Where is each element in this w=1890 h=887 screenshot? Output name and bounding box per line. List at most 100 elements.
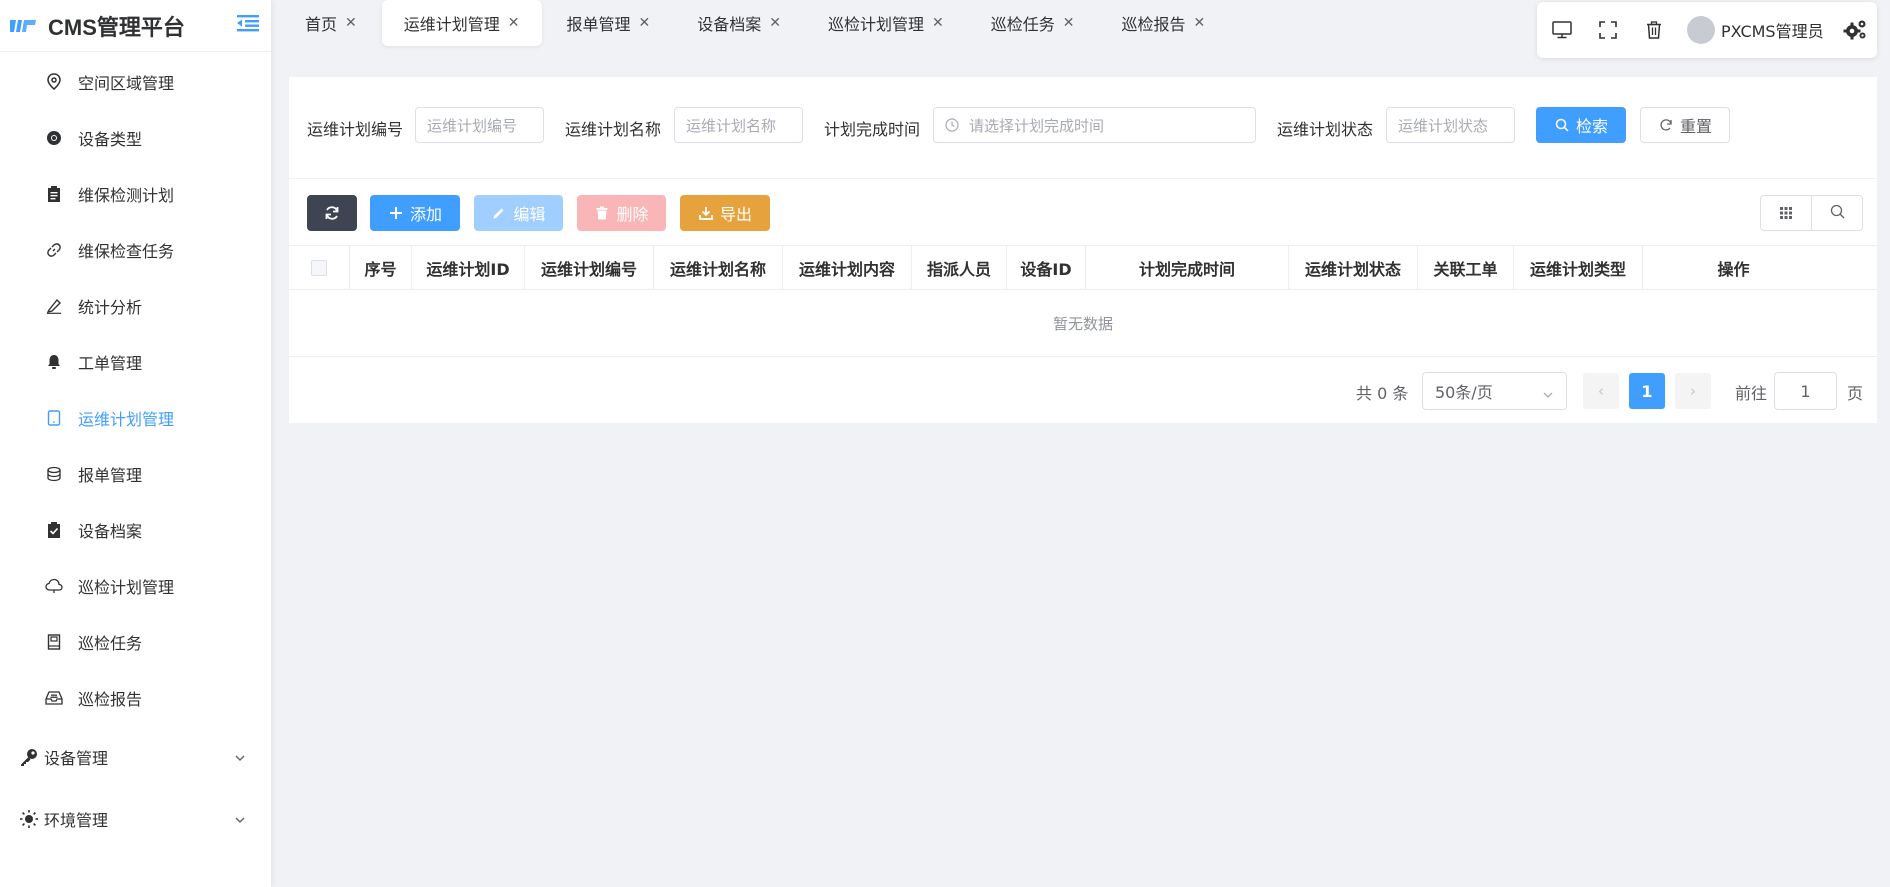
close-icon[interactable]: ✕ xyxy=(1194,15,1206,31)
sidebar-item-inspection-plan[interactable]: 巡检计划管理 xyxy=(0,558,271,614)
sidebar-item-statistics[interactable]: 统计分析 xyxy=(0,278,271,334)
edit-button[interactable]: 编辑 xyxy=(474,195,563,231)
tab-report-order[interactable]: 报单管理 ✕ xyxy=(545,0,673,46)
table-tool-group xyxy=(1760,195,1863,231)
trash-icon xyxy=(594,205,610,221)
close-icon[interactable]: ✕ xyxy=(1063,15,1075,31)
user-name[interactable]: PXCMS管理员 xyxy=(1721,18,1824,42)
edit-pen-icon xyxy=(44,296,64,316)
sidebar-item-label: 维保检查任务 xyxy=(78,242,175,261)
page-suffix: 页 xyxy=(1847,384,1864,403)
table-header-cell: 计划完成时间 xyxy=(1086,246,1289,289)
plus-icon xyxy=(388,205,404,221)
sidebar-item-inspection-task[interactable]: 巡检任务 xyxy=(0,614,271,670)
plan-code-label: 运维计划编号 xyxy=(307,120,404,139)
plan-status-label: 运维计划状态 xyxy=(1277,120,1374,139)
sidebar-group-device-management[interactable]: 设备管理 xyxy=(0,726,271,788)
sidebar-item-label: 报单管理 xyxy=(78,466,143,485)
close-icon[interactable]: ✕ xyxy=(345,15,357,31)
table-header-cell: 运维计划ID xyxy=(412,246,525,289)
close-icon[interactable]: ✕ xyxy=(769,15,781,31)
goto-page-input[interactable]: 1 xyxy=(1774,372,1837,410)
coin-stack-icon xyxy=(44,464,64,484)
sidebar-item-label: 巡检计划管理 xyxy=(78,578,175,597)
next-page-button[interactable]: › xyxy=(1675,373,1711,409)
plan-code-input[interactable]: 运维计划编号 xyxy=(415,107,544,143)
sidebar-item-device-archive[interactable]: 设备档案 xyxy=(0,502,271,558)
close-icon[interactable]: ✕ xyxy=(932,15,944,31)
select-all-checkbox[interactable] xyxy=(311,259,327,276)
tab-home[interactable]: 首页 ✕ xyxy=(283,0,379,46)
table-header-cell: 运维计划名称 xyxy=(654,246,783,289)
table-header-cell: 序号 xyxy=(350,246,412,289)
tab-inspection-task[interactable]: 巡检任务 ✕ xyxy=(969,0,1097,46)
tab-label: 巡检计划管理 xyxy=(828,15,925,34)
sidebar-item-label: 巡检报告 xyxy=(78,690,143,709)
sidebar-item-report-order[interactable]: 报单管理 xyxy=(0,446,271,502)
close-icon[interactable]: ✕ xyxy=(508,15,520,31)
tab-inspection-report[interactable]: 巡检报告 ✕ xyxy=(1100,0,1228,46)
page-number-button[interactable]: 1 xyxy=(1629,373,1665,409)
search-button[interactable]: 检索 xyxy=(1536,107,1626,143)
table-header-cell: 运维计划内容 xyxy=(783,246,912,289)
refresh-icon xyxy=(324,205,340,221)
export-button[interactable]: 导出 xyxy=(680,195,770,231)
close-icon[interactable]: ✕ xyxy=(639,15,651,31)
reset-button[interactable]: 重置 xyxy=(1640,107,1730,143)
app-title: CMS管理平台 xyxy=(48,14,185,40)
location-pin-icon xyxy=(44,72,64,92)
trash-icon[interactable] xyxy=(1643,19,1665,41)
refresh-button[interactable] xyxy=(307,195,357,231)
prev-page-button[interactable]: ‹ xyxy=(1583,373,1619,409)
main-panel: 运维计划编号 运维计划编号 运维计划名称 运维计划名称 计划完成时间 请选择计划… xyxy=(289,77,1877,423)
sidebar-item-label: 运维计划管理 xyxy=(78,410,175,429)
table-empty-state: 暂无数据 xyxy=(289,290,1877,357)
plan-time-picker[interactable]: 请选择计划完成时间 xyxy=(933,107,1256,143)
sidebar-item-device-type[interactable]: 设备类型 xyxy=(0,110,271,166)
search-icon xyxy=(1554,117,1570,133)
goto-label: 前往 xyxy=(1735,384,1768,403)
monitor-icon[interactable] xyxy=(1551,19,1573,41)
sidebar-item-maintenance-plan[interactable]: 维保检测计划 xyxy=(0,166,271,222)
column-settings-button[interactable] xyxy=(1761,196,1811,230)
sidebar-group-environment-management[interactable]: 环境管理 xyxy=(0,788,271,850)
download-icon xyxy=(698,205,714,221)
sidebar-item-inspection-report[interactable]: 巡检报告 xyxy=(0,670,271,726)
tab-label: 报单管理 xyxy=(566,15,631,34)
chevron-left-icon: ‹ xyxy=(1598,382,1604,400)
collapse-menu-icon[interactable] xyxy=(237,14,261,34)
logo-bar: CMS管理平台 xyxy=(0,0,271,52)
plan-name-input[interactable]: 运维计划名称 xyxy=(674,107,803,143)
tab-device-archive[interactable]: 设备档案 ✕ xyxy=(675,0,803,46)
sidebar-item-work-order[interactable]: 工单管理 xyxy=(0,334,271,390)
plan-status-select[interactable]: 运维计划状态 xyxy=(1386,107,1515,143)
chevron-right-icon: › xyxy=(1690,382,1696,400)
sidebar-item-space-area[interactable]: 空间区域管理 xyxy=(0,54,271,110)
pagination: 共 0 条 50条/页 ‹ 1 › 前往 1 页 xyxy=(289,372,1877,410)
refresh-icon xyxy=(1658,117,1674,133)
tab-label: 巡检任务 xyxy=(990,15,1055,34)
tab-ops-plan[interactable]: 运维计划管理 ✕ xyxy=(381,0,542,46)
fullscreen-icon[interactable] xyxy=(1597,19,1619,41)
search-form: 运维计划编号 运维计划编号 运维计划名称 运维计划名称 计划完成时间 请选择计划… xyxy=(289,77,1877,179)
sidebar-item-label: 工单管理 xyxy=(78,354,143,373)
delete-button[interactable]: 删除 xyxy=(577,195,666,231)
toggle-search-button[interactable] xyxy=(1811,196,1862,230)
sidebar-group-label: 环境管理 xyxy=(44,811,109,830)
sidebar-item-label: 空间区域管理 xyxy=(78,74,175,93)
table-header-cell: 运维计划状态 xyxy=(1289,246,1418,289)
table-header: 序号 运维计划ID 运维计划编号 运维计划名称 运维计划内容 指派人员 设备ID… xyxy=(289,245,1877,290)
tab-label: 设备档案 xyxy=(697,15,762,34)
tab-inspection-plan[interactable]: 巡检计划管理 ✕ xyxy=(806,0,966,46)
table-header-cell: 运维计划编号 xyxy=(525,246,654,289)
tab-bar: 首页 ✕ 运维计划管理 ✕ 报单管理 ✕ 设备档案 ✕ 巡检计划管理 ✕ 巡检任… xyxy=(271,0,1230,48)
avatar[interactable] xyxy=(1687,16,1715,44)
sidebar: CMS管理平台 空间区域管理 设备类型 维保检测计划 维保检查任务 统计分析 工… xyxy=(0,0,271,887)
tablet-icon xyxy=(44,408,64,428)
sidebar-item-maintenance-task[interactable]: 维保检查任务 xyxy=(0,222,271,278)
sidebar-menu: 空间区域管理 设备类型 维保检测计划 维保检查任务 统计分析 工单管理 运维计划… xyxy=(0,52,271,850)
add-button[interactable]: 添加 xyxy=(370,195,460,231)
settings-gear-icon[interactable] xyxy=(1843,19,1867,41)
page-size-select[interactable]: 50条/页 xyxy=(1422,372,1567,410)
sidebar-item-ops-plan[interactable]: 运维计划管理 xyxy=(0,390,271,446)
